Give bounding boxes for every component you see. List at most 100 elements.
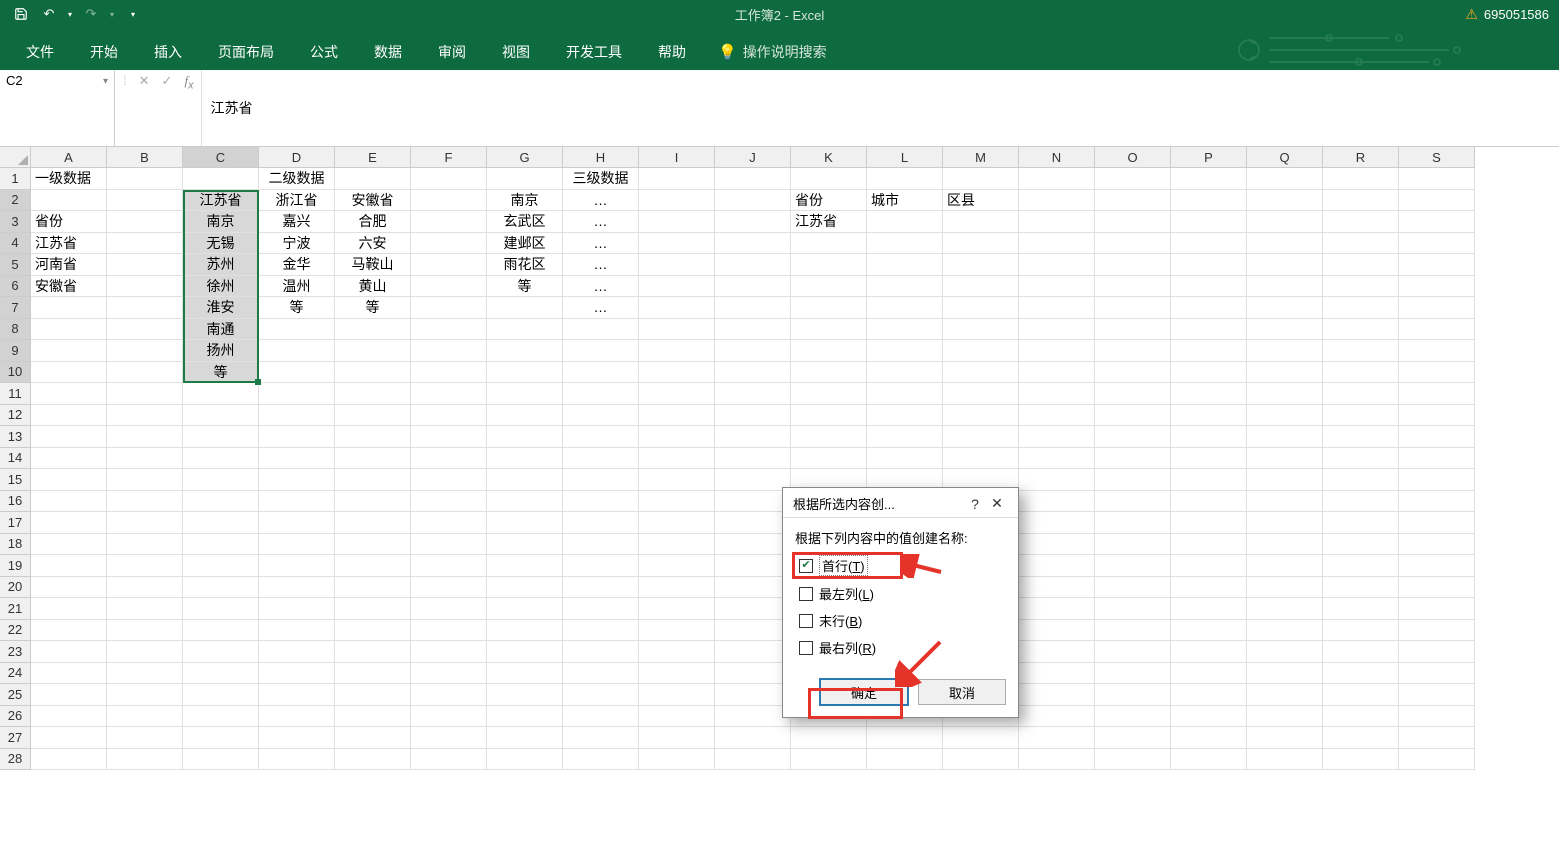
cell-J24[interactable] bbox=[715, 663, 791, 685]
cell-N24[interactable] bbox=[1019, 663, 1095, 685]
cell-N28[interactable] bbox=[1019, 749, 1095, 771]
tab-home[interactable]: 开始 bbox=[72, 34, 136, 70]
cell-B18[interactable] bbox=[107, 534, 183, 556]
tab-insert[interactable]: 插入 bbox=[136, 34, 200, 70]
cell-A23[interactable] bbox=[31, 641, 107, 663]
cell-N9[interactable] bbox=[1019, 340, 1095, 362]
cell-Q19[interactable] bbox=[1247, 555, 1323, 577]
cell-R10[interactable] bbox=[1323, 362, 1399, 384]
cell-E19[interactable] bbox=[335, 555, 411, 577]
cell-H21[interactable] bbox=[563, 598, 639, 620]
col-header-C[interactable]: C bbox=[183, 147, 259, 168]
cell-P13[interactable] bbox=[1171, 426, 1247, 448]
cell-G18[interactable] bbox=[487, 534, 563, 556]
cell-A22[interactable] bbox=[31, 620, 107, 642]
cell-E23[interactable] bbox=[335, 641, 411, 663]
cell-C9[interactable]: 扬州 bbox=[183, 340, 259, 362]
col-header-M[interactable]: M bbox=[943, 147, 1019, 168]
cell-N26[interactable] bbox=[1019, 706, 1095, 728]
cell-S5[interactable] bbox=[1399, 254, 1475, 276]
cell-Q17[interactable] bbox=[1247, 512, 1323, 534]
col-header-N[interactable]: N bbox=[1019, 147, 1095, 168]
cell-G6[interactable]: 等 bbox=[487, 276, 563, 298]
cell-G1[interactable] bbox=[487, 168, 563, 190]
cell-K14[interactable] bbox=[791, 448, 867, 470]
cell-N19[interactable] bbox=[1019, 555, 1095, 577]
row-header-20[interactable]: 20 bbox=[0, 577, 31, 599]
checkbox-icon[interactable] bbox=[799, 559, 813, 573]
cell-H16[interactable] bbox=[563, 491, 639, 513]
cell-E8[interactable] bbox=[335, 319, 411, 341]
cell-E20[interactable] bbox=[335, 577, 411, 599]
checkbox-icon[interactable] bbox=[799, 641, 813, 655]
cell-O11[interactable] bbox=[1095, 383, 1171, 405]
cell-A13[interactable] bbox=[31, 426, 107, 448]
cell-R3[interactable] bbox=[1323, 211, 1399, 233]
cell-G9[interactable] bbox=[487, 340, 563, 362]
cell-P11[interactable] bbox=[1171, 383, 1247, 405]
cell-P9[interactable] bbox=[1171, 340, 1247, 362]
cell-L11[interactable] bbox=[867, 383, 943, 405]
cell-O7[interactable] bbox=[1095, 297, 1171, 319]
tab-view[interactable]: 视图 bbox=[484, 34, 548, 70]
col-header-K[interactable]: K bbox=[791, 147, 867, 168]
cell-D7[interactable]: 等 bbox=[259, 297, 335, 319]
name-box-dd-icon[interactable]: ▾ bbox=[103, 73, 108, 87]
redo-icon[interactable]: ↷ bbox=[78, 3, 104, 25]
cell-L1[interactable] bbox=[867, 168, 943, 190]
cell-I13[interactable] bbox=[639, 426, 715, 448]
cell-J14[interactable] bbox=[715, 448, 791, 470]
row-header-8[interactable]: 8 bbox=[0, 319, 31, 341]
cell-E24[interactable] bbox=[335, 663, 411, 685]
cell-A14[interactable] bbox=[31, 448, 107, 470]
cell-B27[interactable] bbox=[107, 727, 183, 749]
cell-C15[interactable] bbox=[183, 469, 259, 491]
cells-area[interactable]: 一级数据二级数据三级数据江苏省浙江省安徽省南京…省份城市区县省份南京嘉兴合肥玄武… bbox=[31, 168, 1475, 770]
cell-B23[interactable] bbox=[107, 641, 183, 663]
cell-G27[interactable] bbox=[487, 727, 563, 749]
cell-H10[interactable] bbox=[563, 362, 639, 384]
cell-Q13[interactable] bbox=[1247, 426, 1323, 448]
row-header-14[interactable]: 14 bbox=[0, 448, 31, 470]
cell-F5[interactable] bbox=[411, 254, 487, 276]
cell-B6[interactable] bbox=[107, 276, 183, 298]
row-header-12[interactable]: 12 bbox=[0, 405, 31, 427]
cell-I3[interactable] bbox=[639, 211, 715, 233]
cell-P1[interactable] bbox=[1171, 168, 1247, 190]
cell-J17[interactable] bbox=[715, 512, 791, 534]
cell-P4[interactable] bbox=[1171, 233, 1247, 255]
opt-left-col[interactable]: 最左列(L) bbox=[799, 584, 1002, 603]
cell-P12[interactable] bbox=[1171, 405, 1247, 427]
cell-C7[interactable]: 淮安 bbox=[183, 297, 259, 319]
cell-R24[interactable] bbox=[1323, 663, 1399, 685]
cell-E7[interactable]: 等 bbox=[335, 297, 411, 319]
cell-M7[interactable] bbox=[943, 297, 1019, 319]
cell-O19[interactable] bbox=[1095, 555, 1171, 577]
tab-developer[interactable]: 开发工具 bbox=[548, 34, 640, 70]
cell-A5[interactable]: 河南省 bbox=[31, 254, 107, 276]
cell-Q22[interactable] bbox=[1247, 620, 1323, 642]
cell-K11[interactable] bbox=[791, 383, 867, 405]
cell-F17[interactable] bbox=[411, 512, 487, 534]
cell-B10[interactable] bbox=[107, 362, 183, 384]
cell-S13[interactable] bbox=[1399, 426, 1475, 448]
cell-J15[interactable] bbox=[715, 469, 791, 491]
cell-Q10[interactable] bbox=[1247, 362, 1323, 384]
cell-I19[interactable] bbox=[639, 555, 715, 577]
cell-J8[interactable] bbox=[715, 319, 791, 341]
row-header-10[interactable]: 10 bbox=[0, 362, 31, 384]
cell-H28[interactable] bbox=[563, 749, 639, 771]
cell-O28[interactable] bbox=[1095, 749, 1171, 771]
cell-P14[interactable] bbox=[1171, 448, 1247, 470]
cell-G14[interactable] bbox=[487, 448, 563, 470]
cell-C24[interactable] bbox=[183, 663, 259, 685]
enter-icon[interactable]: ✓ bbox=[162, 73, 173, 89]
checkbox-icon[interactable] bbox=[799, 614, 813, 628]
cell-P25[interactable] bbox=[1171, 684, 1247, 706]
cell-S2[interactable] bbox=[1399, 190, 1475, 212]
cell-E21[interactable] bbox=[335, 598, 411, 620]
cell-F10[interactable] bbox=[411, 362, 487, 384]
cell-A10[interactable] bbox=[31, 362, 107, 384]
cell-Q27[interactable] bbox=[1247, 727, 1323, 749]
row-header-7[interactable]: 7 bbox=[0, 297, 31, 319]
